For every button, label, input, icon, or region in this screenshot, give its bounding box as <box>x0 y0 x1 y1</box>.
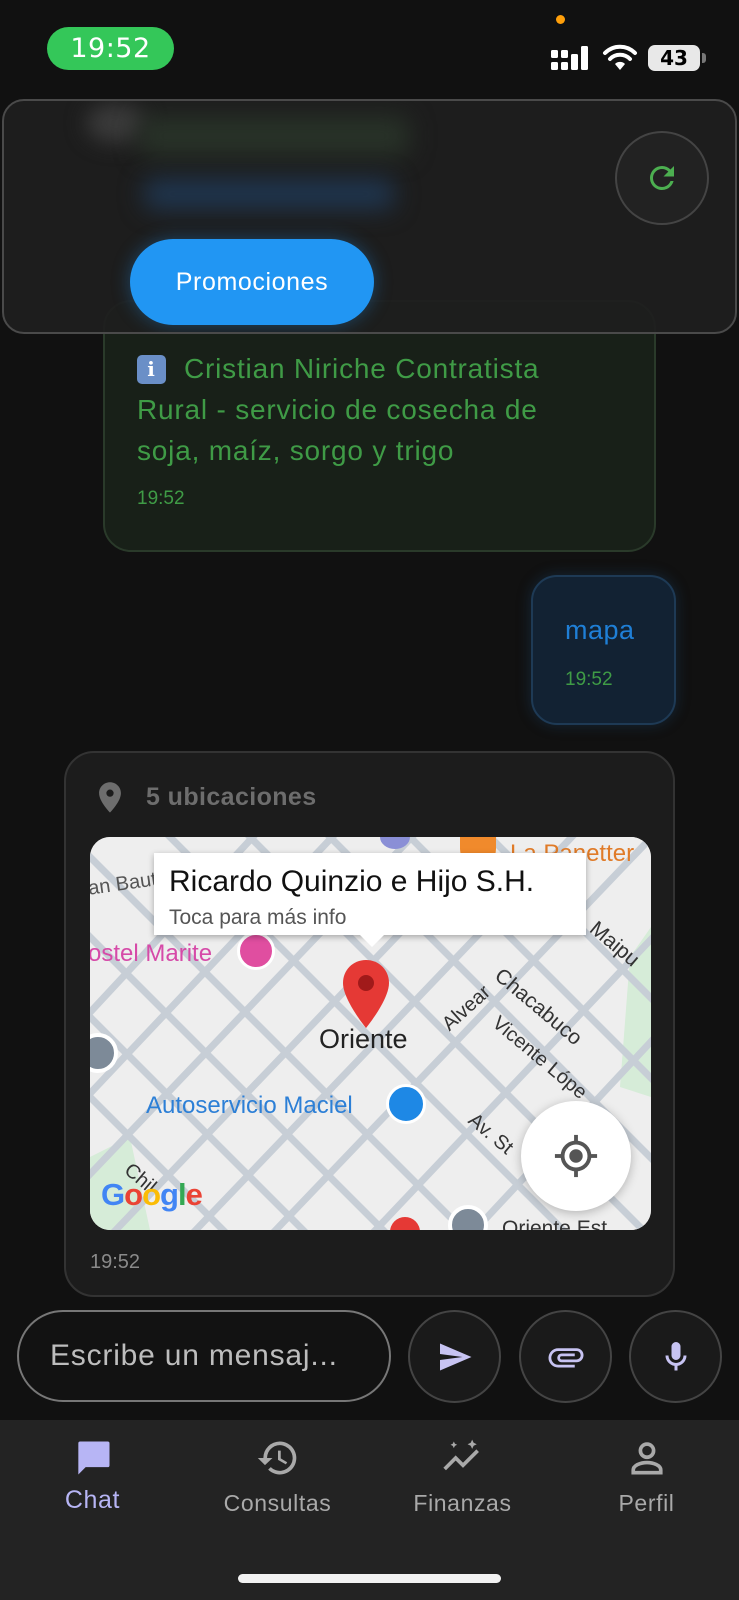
promotions-button[interactable]: Promociones <box>130 239 374 325</box>
my-location-button[interactable] <box>521 1101 631 1211</box>
person-icon <box>630 1442 663 1475</box>
send-button[interactable] <box>408 1310 501 1403</box>
map-message-card: 5 ubicaciones an Baut Panetter ostel Mar… <box>64 751 675 1297</box>
bot-message-body: Cristian Niriche Contratista Rural - ser… <box>137 353 540 466</box>
bot-message-text: i Cristian Niriche Contratista Rural - se… <box>137 348 607 471</box>
promo-panel: Promociones <box>2 99 737 334</box>
attach-button[interactable] <box>519 1310 612 1403</box>
bot-message-bubble: i Cristian Niriche Contratista Rural - se… <box>103 300 656 552</box>
locations-count: 5 ubicaciones <box>146 783 317 811</box>
battery-indicator: 43 <box>648 45 706 71</box>
location-pin-icon <box>99 782 121 813</box>
map-label: Autoservicio Maciel <box>146 1092 353 1119</box>
message-timestamp: 19:52 <box>137 488 185 509</box>
map-info-window[interactable]: Ricardo Quinzio e Hijo S.H. Toca para má… <box>154 853 586 947</box>
crosshair-icon <box>554 1134 598 1178</box>
map-view[interactable]: an Baut La Panetter ostel Marite Chacabu… <box>90 837 651 1230</box>
nav-item-perfil[interactable]: Perfil <box>554 1420 739 1540</box>
refresh-icon <box>649 165 674 190</box>
google-logo: Google <box>101 1177 203 1212</box>
home-indicator <box>238 1574 501 1583</box>
user-message-bubble: mapa 19:52 <box>531 575 676 725</box>
nav-label: Perfil <box>618 1490 675 1516</box>
info-window-title: Ricardo Quinzio e Hijo S.H. <box>169 865 535 898</box>
paperclip-icon <box>548 1347 583 1367</box>
microphone-button[interactable] <box>629 1310 722 1403</box>
blurred-content <box>144 179 394 209</box>
privacy-indicator-dot <box>556 15 565 24</box>
history-icon <box>257 1441 296 1475</box>
nav-item-finanzas[interactable]: Finanzas <box>370 1420 555 1540</box>
bottom-navigation: Chat Consultas Finanzas Perfil <box>0 1420 739 1600</box>
chat-icon <box>77 1441 109 1475</box>
microphone-icon <box>665 1341 686 1370</box>
blurred-avatar <box>86 103 146 143</box>
message-timestamp: 19:52 <box>90 1251 141 1273</box>
location-marker-icon <box>343 960 389 1028</box>
blurred-content <box>139 116 409 156</box>
nav-item-chat[interactable]: Chat <box>0 1420 185 1540</box>
nav-item-consultas[interactable]: Consultas <box>185 1420 370 1540</box>
refresh-button[interactable] <box>615 131 709 225</box>
send-icon <box>439 1343 471 1370</box>
user-message-text: mapa <box>565 615 635 645</box>
map-label: Oriente Est <box>502 1217 608 1230</box>
status-time: 19:52 <box>47 27 174 70</box>
nav-label: Chat <box>64 1486 121 1514</box>
shopping-cart-icon <box>386 1084 426 1124</box>
map-label: Oriente <box>319 1024 408 1054</box>
message-input[interactable]: Escribe un mensaj... <box>17 1310 391 1402</box>
trending-sparkle-icon <box>442 1439 479 1471</box>
info-icon: i <box>137 355 166 384</box>
wifi-icon <box>603 44 637 70</box>
nav-label: Finanzas <box>413 1490 512 1516</box>
hotel-icon <box>237 932 275 970</box>
info-window-subtitle: Toca para más info <box>169 906 347 929</box>
map-label: ostel Marite <box>90 940 213 967</box>
message-timestamp: 19:52 <box>565 669 613 690</box>
signal-icon <box>551 46 588 70</box>
status-bar: 19:52 43 <box>0 0 739 95</box>
nav-label: Consultas <box>223 1490 332 1516</box>
